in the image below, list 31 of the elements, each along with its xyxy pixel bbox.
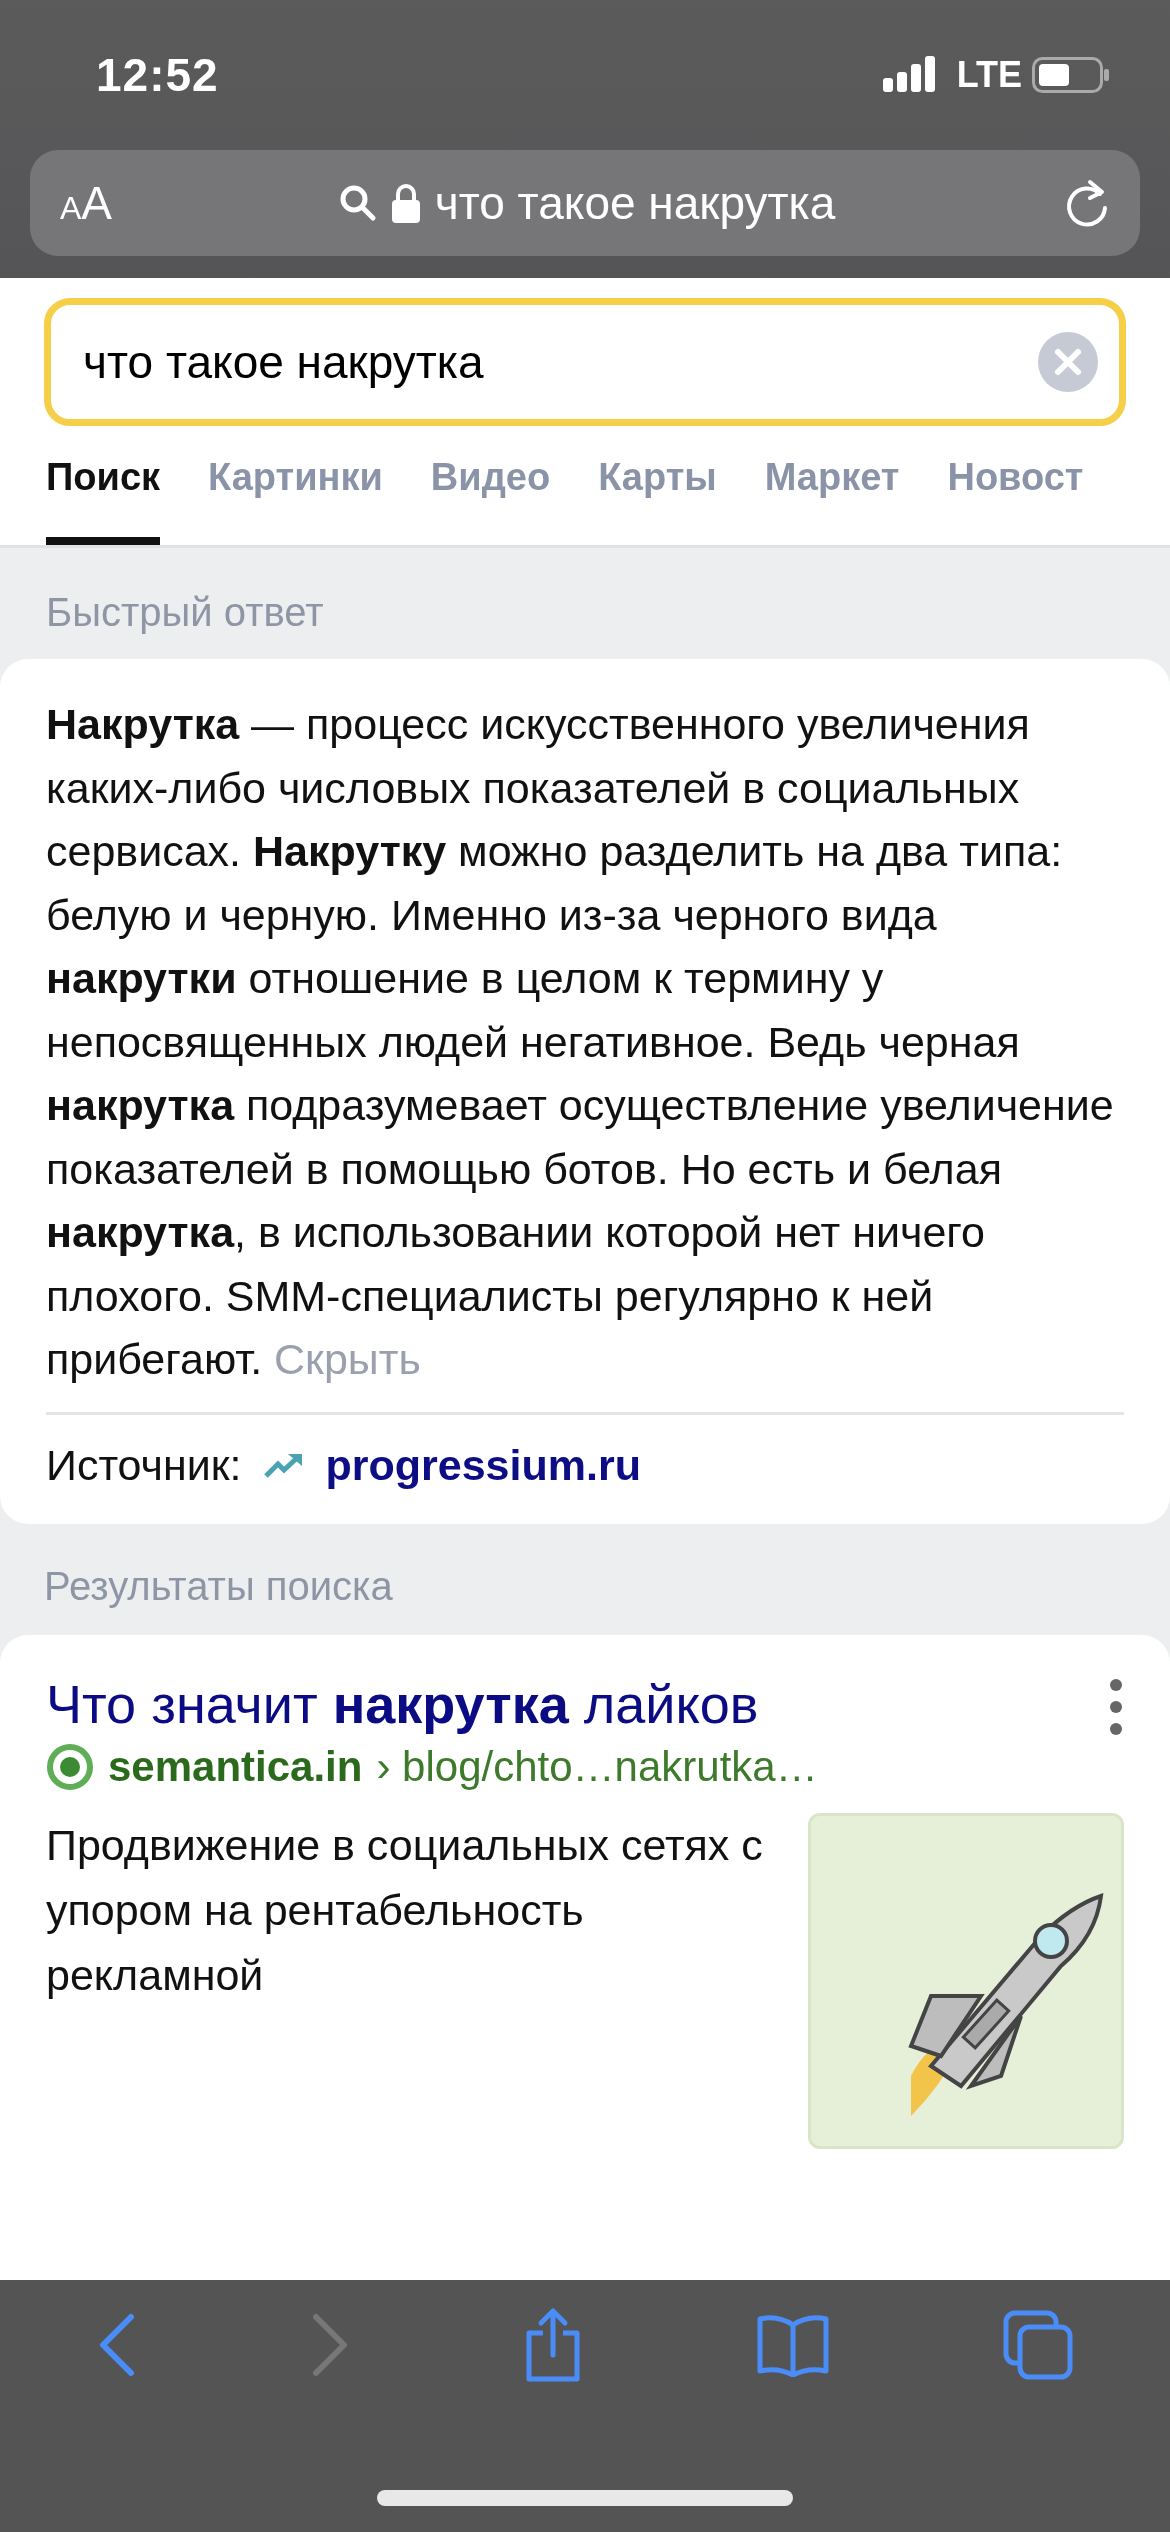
book-icon[interactable] bbox=[756, 2313, 831, 2377]
search-tab[interactable]: Поиск bbox=[46, 456, 161, 545]
more-options-icon[interactable] bbox=[1108, 1676, 1124, 1737]
result-snippet: Продвижение в социальных сетях с упором на рентабельность рекламной bbox=[46, 1819, 764, 2001]
search-tab[interactable]: Карты bbox=[598, 456, 717, 545]
battery-icon bbox=[1032, 57, 1110, 93]
search-field[interactable]: что такое накрутка bbox=[44, 298, 1126, 426]
site-favicon-icon bbox=[46, 1742, 94, 1791]
section-heading: Быстрый ответ bbox=[45, 589, 325, 636]
search-icon bbox=[338, 184, 377, 222]
lock-icon bbox=[390, 182, 421, 224]
source-link[interactable]: progressium.ru bbox=[325, 1440, 641, 1490]
result-title-link[interactable]: Что значит накрутка лайков bbox=[46, 1670, 1108, 1737]
trend-up-icon bbox=[263, 1452, 304, 1478]
answer-text: Накрутка — процесс искусственного увеличения каких-либо числовых показателей в социальных сервисах. Накрутку можно разделить на два типа: белую и черную. Именно из-за черного вида накрутки отношение в целом к термину у непосвященных людей негативное. Ведь черная накрутка подразумевает осуществление увеличение показателей в помощью ботов. Но есть и белая накрутка, в использовании которой нет ничего плохого. SMM-специалисты регулярно к ней прибегают. Скрыть bbox=[46, 699, 1115, 1385]
hide-link[interactable]: Скрыть bbox=[274, 1335, 421, 1383]
section-heading: Результаты поиска bbox=[43, 1562, 394, 1610]
tabs-icon[interactable] bbox=[1003, 2310, 1074, 2380]
search-tab[interactable]: Видео bbox=[430, 456, 551, 545]
search-tab[interactable]: Новост bbox=[947, 456, 1084, 545]
url-text[interactable]: что такое накрутка bbox=[434, 176, 836, 230]
text-size-button[interactable]: AA bbox=[60, 176, 113, 230]
search-tab[interactable]: Маркет bbox=[764, 456, 900, 545]
search-tab[interactable]: Картинки bbox=[208, 456, 383, 545]
result-domain-link[interactable]: semantica.in bbox=[108, 1742, 363, 1791]
network-label: LTE bbox=[956, 54, 1022, 96]
source-label: Источник: bbox=[46, 1440, 242, 1490]
clear-icon[interactable] bbox=[1038, 332, 1098, 392]
clock-time: 12:52 bbox=[96, 48, 220, 102]
address-bar[interactable]: AA что такое накрутка bbox=[30, 150, 1140, 256]
result-path: › blog/chto…nakrutka… bbox=[376, 1742, 818, 1791]
